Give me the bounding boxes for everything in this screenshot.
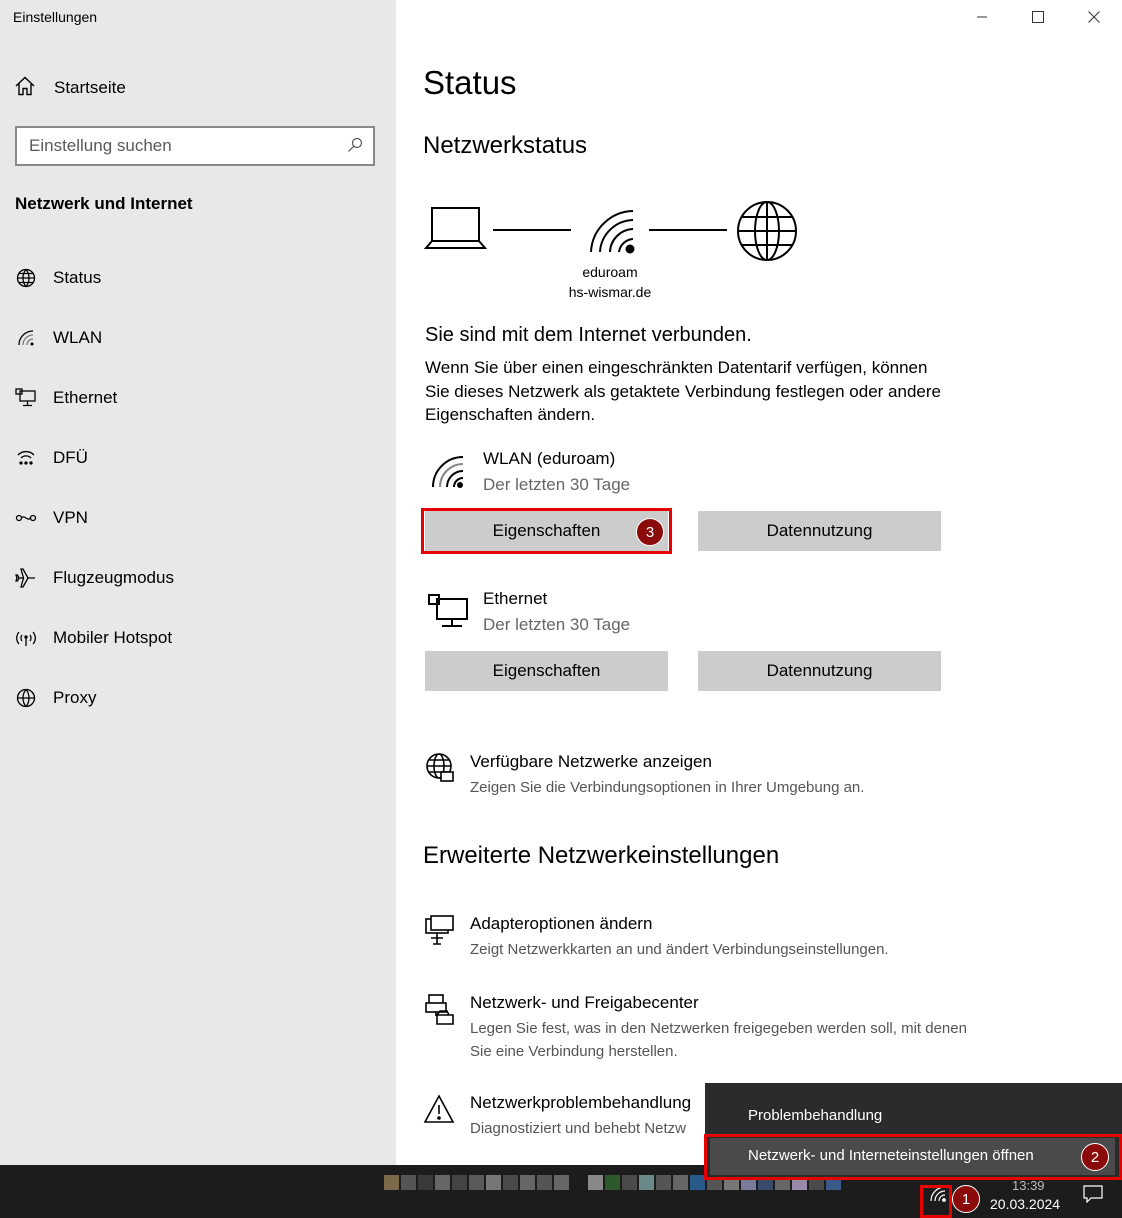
sidebar-item-status[interactable]: Status bbox=[14, 258, 384, 298]
ethernet-connection: Ethernet Der letzten 30 Tage bbox=[425, 589, 945, 649]
search-box[interactable] bbox=[15, 126, 375, 166]
menu-item-troubleshoot[interactable]: Problembehandlung bbox=[748, 1107, 882, 1124]
home-label: Startseite bbox=[54, 78, 126, 97]
network-adapter-icon bbox=[423, 914, 455, 951]
close-icon bbox=[1088, 11, 1100, 23]
clock-time: 13:39 bbox=[1012, 1178, 1045, 1193]
wifi-icon bbox=[431, 455, 465, 494]
sidebar-item-wlan[interactable]: WLAN bbox=[14, 318, 384, 358]
link-description: Legen Sie fest, was in den Netzwerken fr… bbox=[470, 1020, 967, 1060]
network-name: eduroam bbox=[582, 264, 638, 280]
sidebar-item-vpn[interactable]: VPN bbox=[14, 498, 384, 538]
clock-date[interactable]: 20.03.2024 bbox=[990, 1196, 1060, 1212]
step-badge-1: 1 bbox=[952, 1185, 980, 1213]
page-title: Status bbox=[423, 64, 517, 101]
wifi-icon bbox=[14, 328, 38, 348]
link-description: Zeigt Netzwerkkarten an und ändert Verbi… bbox=[470, 941, 889, 958]
laptop-icon bbox=[423, 207, 488, 249]
sharing-center-icon bbox=[423, 993, 455, 1030]
sidebar-item-label: DFÜ bbox=[53, 448, 88, 467]
sidebar-item-hotspot[interactable]: Mobiler Hotspot bbox=[14, 618, 384, 658]
sidebar-item-label: Status bbox=[53, 268, 102, 287]
step-badge-2: 2 bbox=[1081, 1143, 1109, 1171]
wlan-connection: WLAN (eduroam) Der letzten 30 Tage bbox=[425, 449, 945, 509]
wifi-large-icon bbox=[590, 210, 635, 254]
dialup-icon bbox=[14, 448, 38, 468]
app-title: Einstellungen bbox=[13, 9, 98, 25]
wlan-data-usage-button[interactable]: Datennutzung bbox=[698, 511, 941, 551]
sidebar-item-label: Proxy bbox=[53, 688, 97, 707]
link-description: Zeigen Sie die Verbindungsoptionen in Ih… bbox=[470, 779, 865, 796]
ethernet-data-usage-button[interactable]: Datennutzung bbox=[698, 651, 941, 691]
notification-icon[interactable] bbox=[1083, 1185, 1103, 1208]
network-domain: hs-wismar.de bbox=[568, 284, 652, 300]
globe-network-icon bbox=[423, 752, 455, 789]
connection-name: WLAN (eduroam) bbox=[483, 449, 616, 468]
airplane-icon bbox=[14, 567, 38, 589]
minimize-button[interactable] bbox=[954, 0, 1010, 34]
window-controls bbox=[954, 0, 1122, 34]
advanced-settings-heading: Erweiterte Netzwerkeinstellungen bbox=[423, 842, 780, 869]
highlight-box-step3 bbox=[421, 508, 672, 554]
sidebar: Einstellungen Startseite Netzwerk und In… bbox=[0, 0, 396, 1165]
sidebar-item-proxy[interactable]: Proxy bbox=[14, 678, 384, 718]
status-icon bbox=[14, 268, 38, 288]
link-title: Adapteroptionen ändern bbox=[470, 914, 653, 933]
connection-name: Ethernet bbox=[483, 589, 548, 608]
connection-subtitle: Der letzten 30 Tage bbox=[483, 615, 631, 634]
sidebar-item-airplane[interactable]: Flugzeugmodus bbox=[14, 558, 384, 598]
network-status-heading: Netzwerkstatus bbox=[423, 132, 588, 159]
proxy-icon bbox=[14, 688, 38, 708]
search-icon bbox=[347, 137, 363, 158]
hotspot-icon bbox=[14, 628, 38, 648]
section-title: Netzwerk und Internet bbox=[15, 194, 193, 213]
link-title: Netzwerkproblembehandlung bbox=[470, 1093, 692, 1112]
connected-status-text: Sie sind mit dem Internet verbunden. bbox=[425, 324, 752, 346]
connection-subtitle: Der letzten 30 Tage bbox=[483, 475, 631, 494]
sidebar-item-dfu[interactable]: DFÜ bbox=[14, 438, 384, 478]
ethernet-properties-button[interactable]: Eigenschaften bbox=[425, 651, 668, 691]
home-link[interactable]: Startseite bbox=[14, 72, 126, 104]
vpn-icon bbox=[14, 508, 38, 528]
search-input[interactable] bbox=[29, 135, 329, 157]
maximize-icon bbox=[1032, 11, 1044, 23]
minimize-icon bbox=[977, 16, 987, 18]
globe-icon bbox=[737, 201, 797, 261]
link-title: Verfügbare Netzwerke anzeigen bbox=[470, 752, 712, 771]
sidebar-item-label: WLAN bbox=[53, 328, 103, 347]
available-networks-link[interactable]: Verfügbare Netzwerke anzeigen Zeigen Sie… bbox=[423, 752, 983, 802]
ethernet-icon bbox=[14, 388, 38, 408]
ethernet-icon bbox=[427, 593, 469, 634]
sidebar-item-label: Ethernet bbox=[53, 388, 118, 407]
sharing-center-link[interactable]: Netzwerk- und Freigabecenter Legen Sie f… bbox=[423, 993, 983, 1063]
link-title: Netzwerk- und Freigabecenter bbox=[470, 993, 699, 1012]
sidebar-item-label: Flugzeugmodus bbox=[53, 568, 174, 587]
close-button[interactable] bbox=[1066, 0, 1122, 34]
warning-icon bbox=[423, 1093, 455, 1130]
highlight-box-step2 bbox=[704, 1134, 1122, 1180]
step-badge-3: 3 bbox=[636, 518, 664, 546]
sidebar-item-label: VPN bbox=[53, 508, 88, 527]
adapter-options-link[interactable]: Adapteroptionen ändern Zeigt Netzwerkkar… bbox=[423, 914, 983, 964]
sidebar-item-label: Mobiler Hotspot bbox=[53, 628, 173, 647]
highlight-box-step1 bbox=[920, 1185, 952, 1218]
connection-description: Wenn Sie über einen eingeschränkten Date… bbox=[425, 358, 941, 424]
sidebar-item-ethernet[interactable]: Ethernet bbox=[14, 378, 384, 418]
home-icon bbox=[14, 75, 36, 102]
maximize-button[interactable] bbox=[1010, 0, 1066, 34]
